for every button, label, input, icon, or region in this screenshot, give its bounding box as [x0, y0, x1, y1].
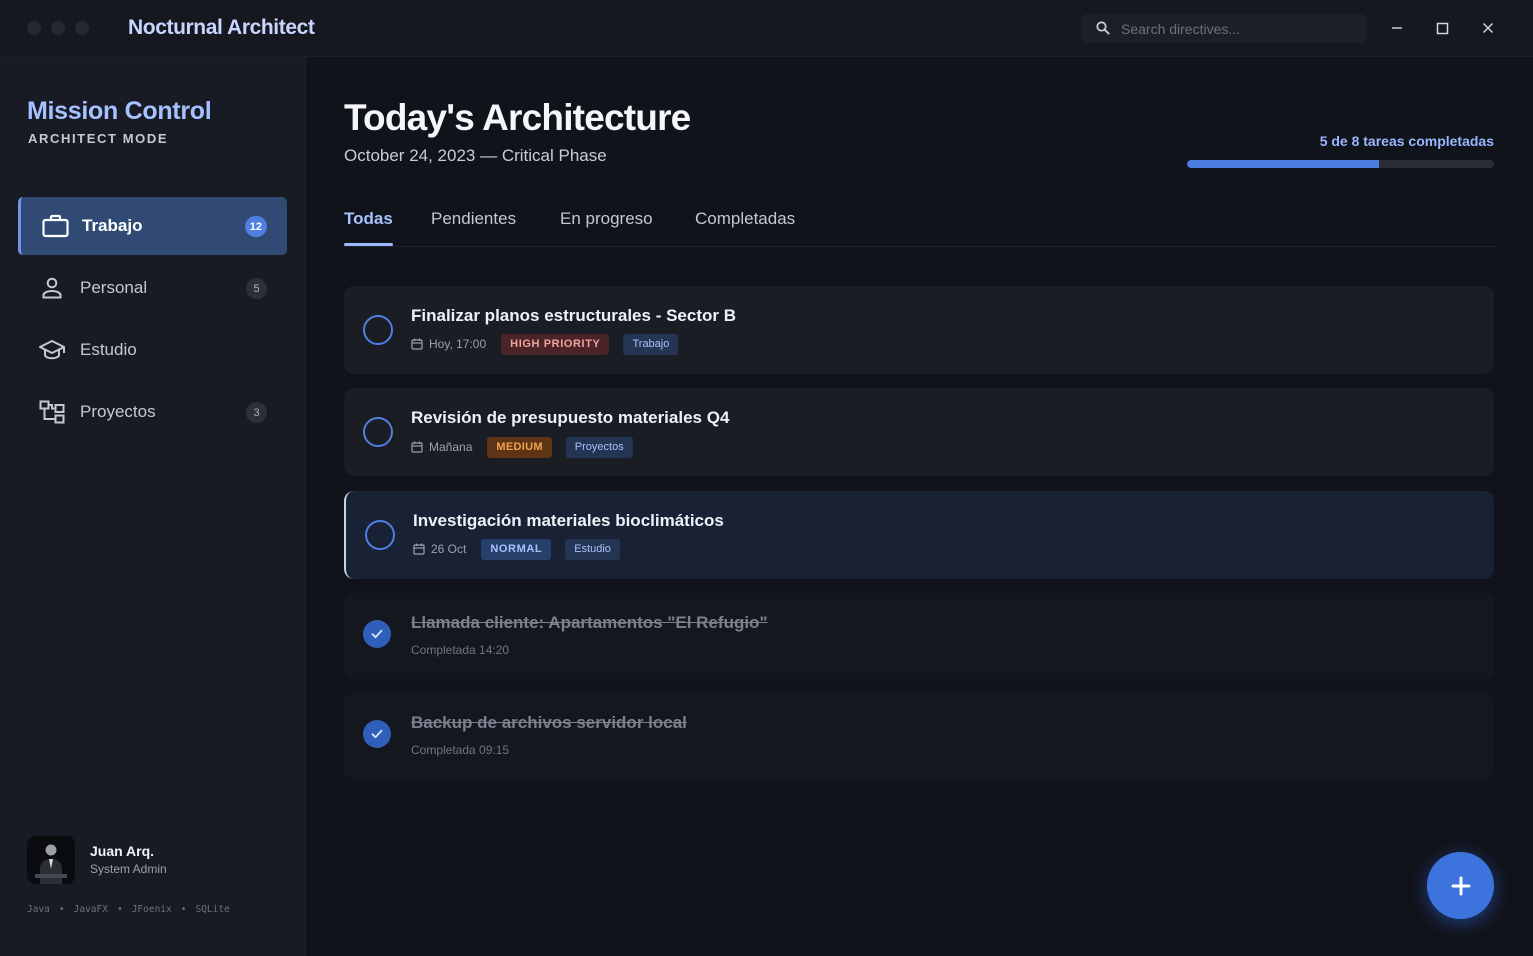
avatar — [27, 836, 75, 884]
search-box[interactable] — [1081, 14, 1367, 43]
task-meta: 26 Oct NORMAL Estudio — [413, 538, 634, 560]
sidebar-item-estudio[interactable]: Estudio — [18, 321, 287, 379]
category-badge: Trabajo — [623, 333, 679, 355]
close-icon — [1482, 22, 1494, 34]
task-checkbox-checked[interactable] — [363, 620, 391, 648]
task-due-text: Hoy, 17:00 — [429, 337, 487, 351]
priority-badge: NORMAL — [481, 538, 552, 560]
task-checkbox-checked[interactable] — [363, 720, 391, 748]
sidebar-item-label: Proyectos — [80, 402, 156, 421]
progress-fill — [1187, 160, 1379, 168]
tab-en-progreso[interactable]: En progreso — [560, 209, 653, 229]
tech-item: JavaFX — [73, 904, 108, 915]
task-due-text: Mañana — [429, 440, 473, 454]
minimize-button[interactable] — [1384, 16, 1410, 40]
category-badge: Estudio — [565, 538, 620, 560]
task-meta: Hoy, 17:00 HIGH PRIORITY Trabajo — [411, 333, 692, 355]
task-due: Hoy, 17:00 — [411, 337, 486, 351]
sidebar-item-label: Personal — [80, 278, 148, 297]
window-dot-minimize[interactable] — [51, 21, 65, 35]
task-checkbox[interactable] — [363, 417, 393, 447]
task-due: Mañana — [411, 440, 472, 454]
progress-bar — [1187, 160, 1494, 168]
sidebar-mode: ARCHITECT MODE — [28, 131, 169, 146]
task-due-text: 26 Oct — [431, 542, 467, 556]
add-task-button[interactable] — [1427, 852, 1494, 919]
task-due: 26 Oct — [413, 542, 466, 556]
category-badge: Proyectos — [565, 436, 633, 458]
sidebar-item-label: Trabajo — [82, 216, 143, 235]
task-title: Finalizar planos estructurales - Sector … — [411, 306, 736, 325]
sidebar-item-count: 12 — [244, 216, 267, 237]
plus-icon — [1451, 876, 1470, 895]
active-tab-indicator — [344, 243, 393, 246]
tech-item: JFoenix — [131, 904, 172, 915]
checkmark-icon — [371, 729, 383, 739]
hierarchy-icon — [38, 398, 66, 426]
search-input[interactable] — [1121, 14, 1357, 43]
task-title: Revisión de presupuesto materiales Q4 — [411, 408, 730, 427]
person-icon — [38, 274, 66, 302]
window-dot-zoom[interactable] — [75, 21, 89, 35]
task-title: Backup de archivos servidor local — [411, 713, 687, 732]
priority-badge: MEDIUM — [487, 436, 552, 458]
sidebar-item-count: 5 — [246, 278, 267, 299]
task-checkbox[interactable] — [363, 315, 393, 345]
minimize-icon — [1392, 27, 1402, 29]
window-dot-close[interactable] — [27, 21, 41, 35]
calendar-icon — [411, 338, 423, 350]
completed-task-card[interactable]: Backup de archivos servidor local Comple… — [344, 693, 1494, 779]
sidebar-item-label: Estudio — [80, 340, 137, 359]
progress-label: 5 de 8 tareas completadas — [1319, 133, 1494, 149]
page-subtitle: October 24, 2023 — Critical Phase — [344, 146, 607, 165]
maximize-icon — [1436, 22, 1448, 34]
app-title: Nocturnal Architect — [128, 16, 315, 39]
priority-badge: HIGH PRIORITY — [501, 333, 610, 355]
task-title: Investigación materiales bioclimáticos — [413, 511, 724, 530]
tab-pendientes[interactable]: Pendientes — [431, 209, 516, 229]
sidebar-item-personal[interactable]: Personal 5 — [18, 259, 287, 317]
sidebar: Mission Control ARCHITECT MODE Trabajo 1… — [0, 57, 306, 956]
close-button[interactable] — [1475, 16, 1501, 40]
calendar-icon — [411, 441, 423, 453]
task-card[interactable]: Revisión de presupuesto materiales Q4 Ma… — [344, 388, 1494, 476]
sidebar-item-trabajo[interactable]: Trabajo 12 — [18, 197, 287, 255]
sidebar-item-count: 3 — [246, 402, 267, 423]
task-checkbox[interactable] — [365, 520, 395, 550]
sidebar-brand: Mission Control — [27, 97, 212, 125]
tech-stack: Java • JavaFX • JFoenix • SQLite — [27, 904, 230, 915]
filter-tabs: Todas Pendientes En progreso Completadas — [344, 197, 1496, 247]
completed-task-card[interactable]: Llamada cliente: Apartamentos "El Refugi… — [344, 593, 1494, 679]
task-card[interactable]: Investigación materiales bioclimáticos 2… — [344, 491, 1494, 579]
search-icon — [1096, 21, 1110, 35]
checkmark-icon — [371, 629, 383, 639]
task-completed-time: Completada 14:20 — [411, 643, 510, 657]
page-title: Today's Architecture — [344, 97, 691, 138]
tech-item: Java — [27, 904, 50, 915]
tab-todas[interactable]: Todas — [344, 209, 393, 229]
user-name: Juan Arq. — [90, 843, 155, 859]
main-content: Today's Architecture October 24, 2023 — … — [307, 57, 1533, 956]
task-title: Llamada cliente: Apartamentos "El Refugi… — [411, 613, 768, 632]
briefcase-icon — [41, 212, 69, 240]
calendar-icon — [413, 543, 425, 555]
user-role: System Admin — [90, 862, 167, 876]
maximize-button[interactable] — [1429, 16, 1455, 40]
task-completed-time: Completada 09:15 — [411, 743, 510, 757]
tab-completadas[interactable]: Completadas — [695, 209, 795, 229]
task-card[interactable]: Finalizar planos estructurales - Sector … — [344, 286, 1494, 374]
task-meta: Mañana MEDIUM Proyectos — [411, 436, 647, 458]
sidebar-item-proyectos[interactable]: Proyectos 3 — [18, 383, 287, 441]
graduation-cap-icon — [38, 336, 66, 364]
title-bar: Nocturnal Architect — [0, 0, 1533, 57]
tech-item: SQLite — [195, 904, 230, 915]
